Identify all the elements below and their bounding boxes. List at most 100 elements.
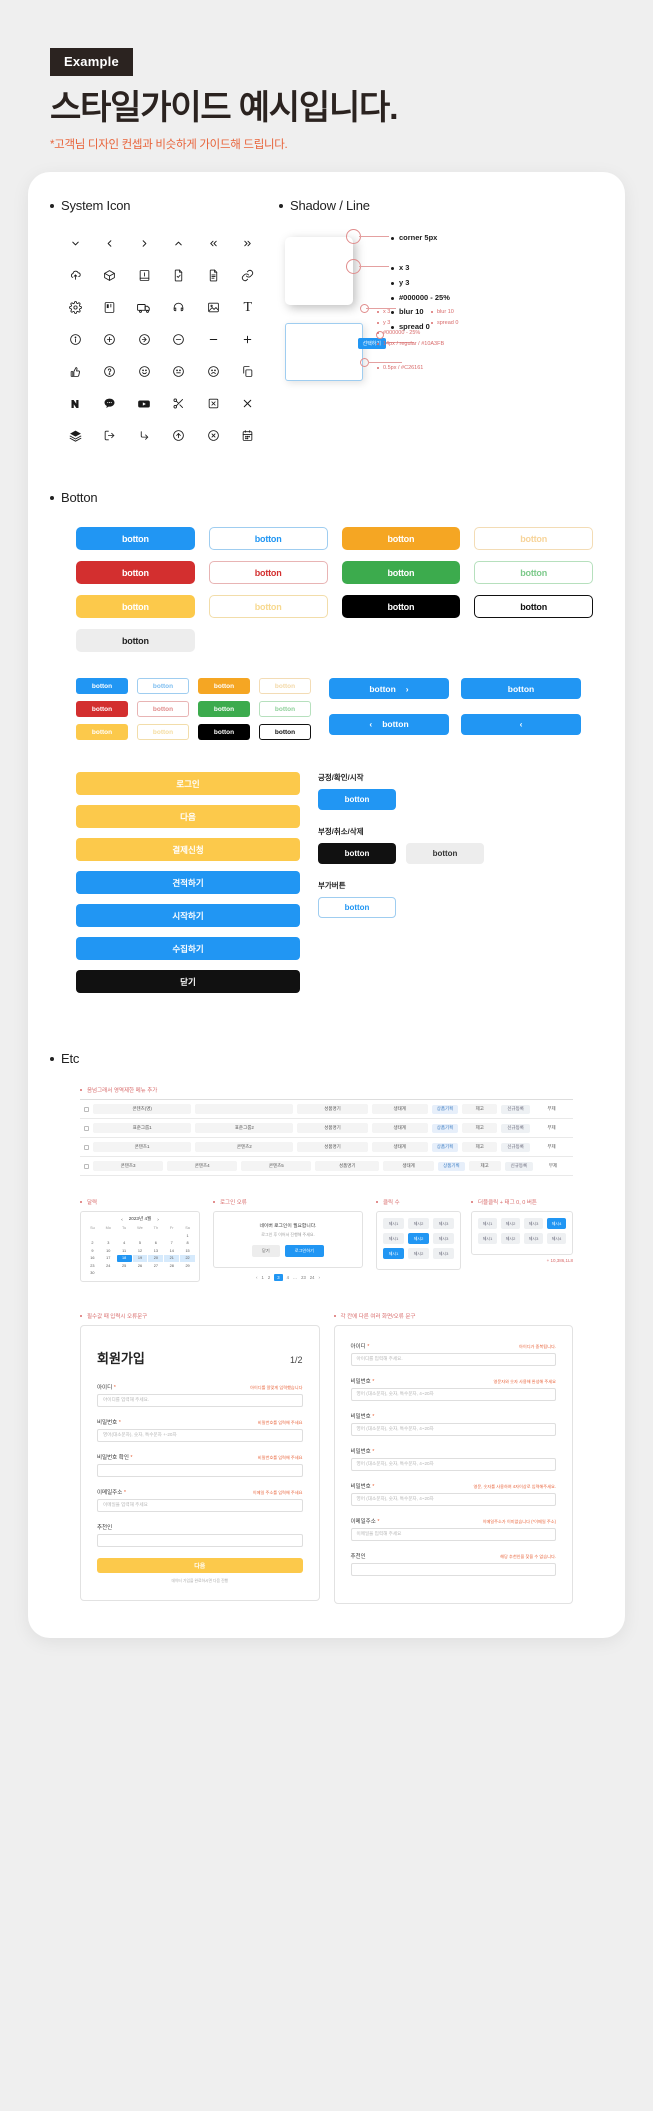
group-button-extra[interactable]: botton [318,897,396,919]
kanban-icon[interactable] [93,299,128,316]
err-field-password1-input[interactable]: 영어 (대소문자), 숫자, 특수문자, 4~20자 [350,1387,556,1401]
err-field-password4-input[interactable]: 영어 (대소문자), 숫자, 특수문자, 4~20자 [350,1492,556,1506]
calendar-day[interactable]: 28 [164,1263,179,1270]
button-close[interactable]: 닫기 [76,970,300,994]
table-row[interactable]: 콘텐츠3 콘텐츠4 콘텐츠5 성품명기 생태계 상품기획 제고 신규등록 부제 [80,1157,573,1177]
arrow-right-circle-icon[interactable] [127,331,162,348]
chevrons-right-icon[interactable] [231,235,266,252]
arrow-button-prev[interactable]: ‹ botton [329,713,449,735]
calendar-next-icon[interactable]: › [157,1217,159,1222]
calendar-day[interactable]: 8 [180,1240,195,1247]
group-button-cancel[interactable]: botton [406,843,484,865]
corner-down-right-icon[interactable] [127,427,162,444]
small-button-orange[interactable]: botton [198,678,250,695]
table-row[interactable]: 콘텐츠(명) 성품명기 생태계 상품기획 제고 신규등록 부제 [80,1100,573,1120]
small-button-blue[interactable]: botton [76,678,128,695]
table-chip-secondary[interactable]: 신규등록 [501,1142,530,1152]
err-field-password2-input[interactable]: 영어 (대소문자), 숫자, 특수문자, 4~20자 [350,1422,556,1436]
calendar-day[interactable]: 30 [85,1270,100,1277]
button-outline-black[interactable]: botton [474,595,593,619]
pagination-prev[interactable]: ‹ [256,1275,257,1280]
thumbs-up-icon[interactable] [58,363,93,380]
calendar-day[interactable]: 17 [101,1255,116,1262]
chevron-down-icon[interactable] [58,235,93,252]
button-next[interactable]: 다음 [76,805,300,829]
button-payment[interactable]: 결제신청 [76,838,300,862]
calendar-day[interactable]: 4 [117,1240,132,1247]
button-primary-black[interactable]: botton [341,595,461,619]
calendar-day[interactable]: 14 [164,1248,179,1255]
gear-icon[interactable] [58,299,93,316]
small-button-yellow[interactable]: botton [76,724,128,741]
layers-icon[interactable] [58,427,93,444]
calendar-day[interactable]: 16 [85,1255,100,1262]
calendar-day[interactable]: 12 [133,1248,148,1255]
arrow-button-icon-only[interactable]: ‹ [461,713,581,735]
err-field-password3-input[interactable]: 영어 (대소문자), 숫자, 특수문자, 4~20자 [350,1457,556,1471]
button-primary-blue[interactable]: botton [76,527,195,551]
calendar-day-selected[interactable]: 18 [116,1255,132,1262]
calendar-icon[interactable] [231,427,266,444]
calendar-day-range[interactable]: 19 [132,1255,148,1262]
question-circle-icon[interactable] [93,363,128,380]
arrow-button-plain[interactable]: botton [461,678,581,700]
login-confirm-button[interactable]: 로그인하기 [284,1245,324,1258]
chevron-up-icon[interactable] [162,235,197,252]
neutral-face-icon[interactable] [162,363,197,380]
calendar-day[interactable]: 15 [180,1248,195,1255]
table-chip[interactable]: 상품기획 [431,1142,459,1152]
small-button-green[interactable]: botton [198,701,250,718]
calendar-day[interactable]: 1 [180,1233,195,1240]
err-field-userid-input[interactable]: 아이디를 입력해 주세요. [350,1352,556,1366]
button-outline-orange[interactable]: botton [474,527,593,551]
smile-icon[interactable] [127,363,162,380]
login-cancel-button[interactable]: 닫기 [252,1245,280,1258]
logout-icon[interactable] [93,427,128,444]
button-primary-green[interactable]: botton [341,561,461,585]
field-userid-input[interactable]: 아이디를 입력해 주세요. [97,1393,303,1407]
arrow-button-next[interactable]: botton › [329,678,449,700]
pagination-page[interactable]: 1 [262,1275,264,1280]
chip[interactable]: 제시1 [383,1233,404,1245]
small-button-red-outline[interactable]: botton [137,701,189,718]
x-circle-icon[interactable] [196,427,231,444]
frown-icon[interactable] [196,363,231,380]
small-button-blue-outline[interactable]: botton [137,678,189,695]
calendar-day[interactable]: 13 [148,1248,163,1255]
chip[interactable]: 제시4 [547,1233,566,1245]
table-chip-secondary[interactable]: 신규등록 [501,1123,530,1133]
kakao-icon[interactable] [93,395,128,412]
calendar-day[interactable]: 25 [117,1263,132,1270]
button-collect[interactable]: 수집하기 [76,937,300,961]
calendar-day[interactable]: 11 [117,1248,132,1255]
calendar-day[interactable]: 3 [101,1240,116,1247]
chip[interactable]: 제시1 [383,1218,404,1230]
chip[interactable]: 제시3 [433,1233,454,1245]
plus-circle-icon[interactable] [93,331,128,348]
button-gray[interactable]: botton [76,629,195,653]
button-login[interactable]: 로그인 [76,772,300,796]
pagination-next[interactable]: › [318,1275,319,1280]
chip[interactable]: 제시2 [501,1233,520,1245]
plus-icon[interactable] [231,331,266,348]
table-chip[interactable]: 상품기획 [438,1161,465,1171]
minus-circle-icon[interactable] [162,331,197,348]
table-chip[interactable]: 상품기획 [431,1104,459,1114]
pagination-page[interactable]: 4 [287,1275,289,1280]
field-password-input[interactable]: 영어(대소문자), 숫자, 특수문자 +-20자 [97,1428,303,1442]
button-estimate[interactable]: 견적하기 [76,871,300,895]
minus-icon[interactable] [196,331,231,348]
calendar-prev-icon[interactable]: ‹ [121,1217,123,1222]
table-row[interactable]: 표준그룹1 표준그룹2 성품명기 생태계 상품기획 제고 신규등록 부제 [80,1119,573,1139]
err-field-referrer-input[interactable] [350,1562,556,1576]
table-chip[interactable]: 상품기획 [431,1123,459,1133]
field-email-input[interactable]: 이메일을 입력해 주세요 [97,1498,303,1512]
copy-icon[interactable] [231,363,266,380]
small-button-black[interactable]: botton [198,724,250,741]
table-chip-secondary[interactable]: 신규등록 [501,1104,530,1114]
calendar-day[interactable]: 10 [101,1248,116,1255]
chip[interactable]: 제시2 [408,1218,429,1230]
table-chip-secondary[interactable]: 신규등록 [504,1161,534,1171]
chip[interactable]: 제시3 [524,1233,543,1245]
small-button-red[interactable]: botton [76,701,128,718]
